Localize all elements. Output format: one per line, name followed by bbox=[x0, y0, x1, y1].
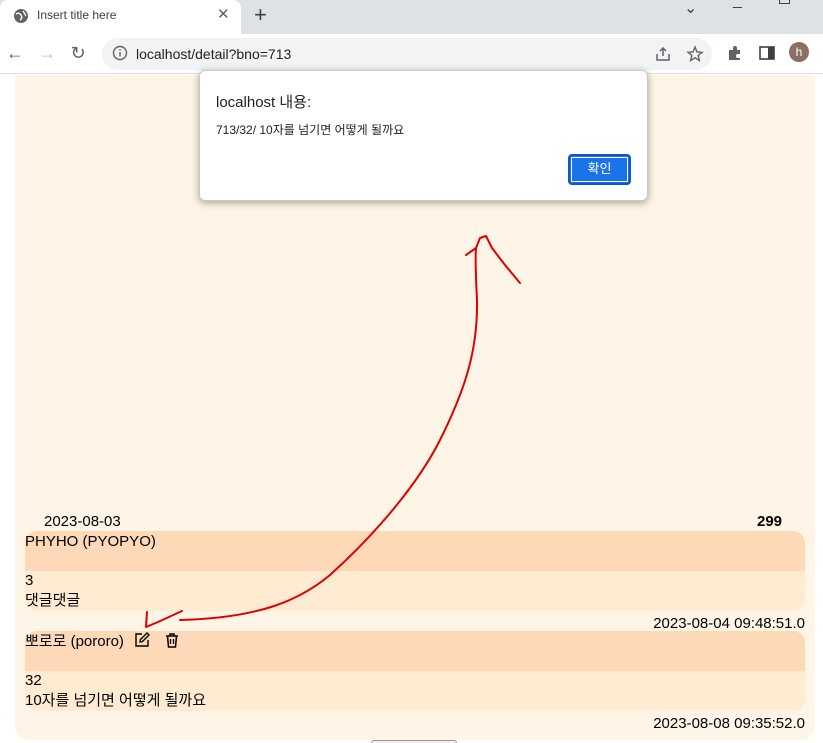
post-count: 299 bbox=[757, 513, 783, 530]
comment-number: 3 bbox=[25, 572, 34, 589]
profile-avatar[interactable]: h bbox=[789, 42, 809, 62]
address-bar[interactable]: localhost/detail?bno=713 bbox=[102, 38, 712, 70]
back-arrow-icon[interactable]: ← bbox=[5, 43, 25, 63]
alert-dialog: localhost 내용: 713/32/ 10자를 넘기면 어떻게 될까요 확… bbox=[199, 70, 648, 201]
edit-icon[interactable] bbox=[134, 632, 151, 648]
close-tab-icon[interactable]: ✕ bbox=[217, 6, 230, 24]
site-info-icon[interactable] bbox=[112, 45, 128, 61]
comment-header: 뽀로로 (pororo) bbox=[25, 631, 805, 671]
extensions-puzzle-icon[interactable] bbox=[726, 44, 744, 62]
comment-text: 10자를 넘기면 어떻게 될까요 bbox=[25, 692, 206, 709]
comment-body: 32 10자를 넘기면 어떻게 될까요 bbox=[25, 671, 805, 711]
comment-text: 댓글댓글 bbox=[25, 592, 81, 609]
dialog-message: 713/32/ 10자를 넘기면 어떻게 될까요 bbox=[216, 123, 405, 137]
comment-body: 3 댓글댓글 bbox=[25, 571, 805, 611]
browser-toolbar: ← → ↻ localhost/detail?bno=713 h bbox=[0, 34, 823, 74]
tab-title: Insert title here bbox=[37, 8, 117, 22]
comment-item: 뽀로로 (pororo) 32 10자를 넘기면 어떻게 될까요 2023-08… bbox=[25, 631, 805, 732]
dialog-ok-button[interactable]: 확인 bbox=[568, 154, 631, 185]
post-date: 2023-08-03 bbox=[44, 513, 121, 530]
tab-strip: Insert title here ✕ + ⌄ _ bbox=[0, 0, 823, 34]
trash-icon[interactable] bbox=[164, 632, 180, 648]
browser-tab[interactable]: Insert title here ✕ bbox=[0, 0, 241, 34]
reload-icon[interactable]: ↻ bbox=[68, 43, 88, 63]
share-icon[interactable] bbox=[654, 45, 672, 63]
side-panel-icon[interactable] bbox=[758, 44, 776, 62]
bookmark-star-icon[interactable] bbox=[686, 45, 704, 63]
comment-number: 32 bbox=[25, 672, 42, 689]
comment-author: PHYHO (PYOPYO) bbox=[25, 533, 156, 550]
url-text: localhost/detail?bno=713 bbox=[136, 46, 292, 62]
comment-datetime: 2023-08-08 09:35:52.0 bbox=[653, 715, 805, 732]
dialog-title: localhost 내용: bbox=[216, 94, 312, 111]
globe-icon bbox=[14, 9, 28, 23]
new-tab-button[interactable]: + bbox=[254, 3, 267, 27]
comment-header: PHYHO (PYOPYO) bbox=[25, 531, 805, 571]
comment-author: 뽀로로 (pororo) bbox=[25, 633, 124, 650]
tab-search-icon[interactable]: ⌄ bbox=[684, 0, 697, 18]
minimize-icon[interactable]: _ bbox=[733, 0, 742, 10]
comment-item: PHYHO (PYOPYO) 3 댓글댓글 2023-08-04 09:48:5… bbox=[25, 531, 805, 632]
maximize-icon[interactable] bbox=[779, 0, 790, 4]
forward-arrow-icon[interactable]: → bbox=[37, 43, 57, 63]
comment-datetime: 2023-08-04 09:48:51.0 bbox=[653, 615, 805, 632]
